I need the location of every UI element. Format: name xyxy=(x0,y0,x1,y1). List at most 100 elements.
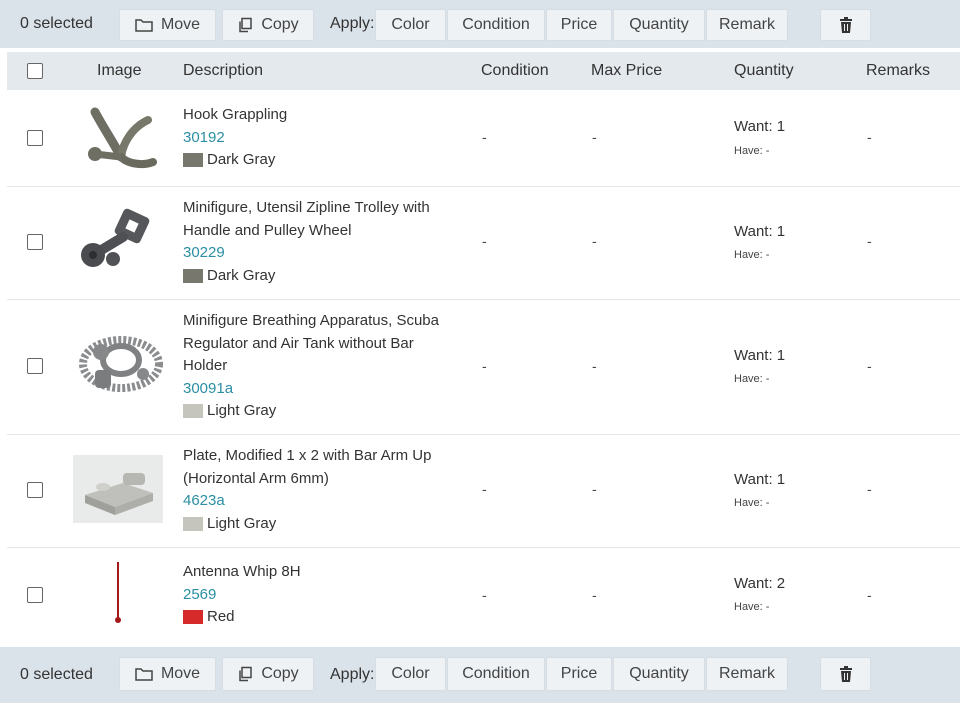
item-name: Antenna Whip 8H xyxy=(183,563,301,580)
delete-button-bottom[interactable] xyxy=(820,657,871,691)
item-part-link[interactable]: 30229 xyxy=(183,242,430,265)
item-have: Have: - xyxy=(734,249,770,261)
apply-condition-label: Condition xyxy=(462,665,530,682)
table-row: Minifigure, Utensil Zipline Trolley with… xyxy=(7,187,960,300)
apply-quantity-label: Quantity xyxy=(629,665,689,682)
item-remarks[interactable]: - xyxy=(867,587,872,603)
row-checkbox[interactable] xyxy=(27,587,43,603)
item-description: Minifigure, Utensil Zipline Trolley with… xyxy=(183,197,430,287)
grappling-hook-image xyxy=(88,107,157,169)
folder-icon xyxy=(135,19,153,32)
item-condition[interactable]: - xyxy=(482,481,487,497)
copy-icon xyxy=(239,666,253,682)
header-condition[interactable]: Condition xyxy=(481,62,549,80)
move-label: Move xyxy=(160,665,201,682)
item-max-price[interactable]: - xyxy=(592,587,597,603)
item-max-price[interactable]: - xyxy=(592,129,597,145)
top-toolbar: 0 selected Move Copy Apply: Color Condit… xyxy=(0,0,960,48)
item-want[interactable]: Want: 1 xyxy=(734,223,785,240)
item-name: Hook Grappling xyxy=(183,106,288,123)
move-label: Move xyxy=(160,16,201,33)
folder-icon xyxy=(135,668,153,681)
apply-remark-button[interactable]: Remark xyxy=(706,9,788,41)
color-swatch xyxy=(183,404,203,419)
copy-label: Copy xyxy=(261,16,299,33)
item-condition[interactable]: - xyxy=(482,358,487,374)
copy-button-bottom[interactable]: Copy xyxy=(222,657,314,691)
item-description: Minifigure Breathing Apparatus, Scuba Re… xyxy=(183,310,439,423)
zipline-trolley-image xyxy=(81,208,150,267)
item-description: Plate, Modified 1 x 2 with Bar Arm Up (H… xyxy=(183,445,431,535)
apply-price-label: Price xyxy=(560,665,598,682)
apply-color-label: Color xyxy=(391,665,430,682)
row-checkbox[interactable] xyxy=(27,234,43,250)
item-want[interactable]: Want: 2 xyxy=(734,575,785,592)
apply-price-button-bottom[interactable]: Price xyxy=(546,657,612,691)
antenna-whip-image xyxy=(115,562,121,623)
apply-remark-button-bottom[interactable]: Remark xyxy=(706,657,788,691)
item-part-link[interactable]: 2569 xyxy=(183,584,301,607)
item-condition[interactable]: - xyxy=(482,587,487,603)
apply-condition-button-bottom[interactable]: Condition xyxy=(447,657,545,691)
header-max-price[interactable]: Max Price xyxy=(591,62,662,80)
selected-count: 0 selected xyxy=(20,15,93,32)
trash-icon xyxy=(839,666,852,682)
plate-bar-arm-image xyxy=(73,455,163,523)
apply-label: Apply: xyxy=(330,15,375,32)
apply-color-button-bottom[interactable]: Color xyxy=(375,657,446,691)
item-max-price[interactable]: - xyxy=(592,358,597,374)
table-row: Minifigure Breathing Apparatus, Scuba Re… xyxy=(7,300,960,435)
color-name: Red xyxy=(207,608,235,625)
item-part-link[interactable]: 30192 xyxy=(183,127,287,150)
header-quantity[interactable]: Quantity xyxy=(734,62,794,80)
copy-label: Copy xyxy=(261,665,299,682)
copy-button[interactable]: Copy xyxy=(222,9,314,41)
item-name: Plate, Modified 1 x 2 with Bar Arm Up xyxy=(183,447,432,464)
header-description[interactable]: Description xyxy=(183,62,263,80)
apply-quantity-button[interactable]: Quantity xyxy=(613,9,705,41)
row-checkbox[interactable] xyxy=(27,130,43,146)
item-want[interactable]: Want: 1 xyxy=(734,118,785,135)
item-have: Have: - xyxy=(734,145,770,157)
item-remarks[interactable]: - xyxy=(867,129,872,145)
item-want[interactable]: Want: 1 xyxy=(734,471,785,488)
item-remarks[interactable]: - xyxy=(867,358,872,374)
row-checkbox[interactable] xyxy=(27,358,43,374)
item-part-link[interactable]: 4623a xyxy=(183,490,431,513)
item-remarks[interactable]: - xyxy=(867,481,872,497)
apply-condition-button[interactable]: Condition xyxy=(447,9,545,41)
item-color: Dark Gray xyxy=(183,149,287,172)
item-want[interactable]: Want: 1 xyxy=(734,347,785,364)
color-name: Dark Gray xyxy=(207,266,276,284)
item-have: Have: - xyxy=(734,497,770,509)
row-checkbox[interactable] xyxy=(27,482,43,498)
apply-condition-label: Condition xyxy=(462,16,530,33)
header-image: Image xyxy=(97,62,142,79)
header-remarks[interactable]: Remarks xyxy=(866,62,930,80)
bottom-toolbar: 0 selected Move Copy Apply: Color Condit… xyxy=(0,647,960,703)
item-part-link[interactable]: 30091a xyxy=(183,378,439,401)
selected-count-bottom: 0 selected xyxy=(20,666,93,683)
move-button[interactable]: Move xyxy=(119,9,216,41)
apply-price-button[interactable]: Price xyxy=(546,9,612,41)
item-remarks[interactable]: - xyxy=(867,233,872,249)
apply-label-bottom: Apply: xyxy=(330,666,375,683)
item-condition[interactable]: - xyxy=(482,233,487,249)
delete-button[interactable] xyxy=(820,9,871,41)
apply-color-button[interactable]: Color xyxy=(375,9,446,41)
table-row: Plate, Modified 1 x 2 with Bar Arm Up (H… xyxy=(7,435,960,548)
move-button-bottom[interactable]: Move xyxy=(119,657,216,691)
apply-remark-label: Remark xyxy=(718,665,775,682)
select-all-checkbox[interactable] xyxy=(27,63,43,79)
color-swatch xyxy=(183,153,203,168)
item-name-line2: (Horizontal Arm 6mm) xyxy=(183,469,329,487)
color-swatch xyxy=(183,268,203,283)
item-condition[interactable]: - xyxy=(482,129,487,145)
apply-quantity-button-bottom[interactable]: Quantity xyxy=(613,657,705,691)
item-color: Dark Gray xyxy=(183,265,430,288)
wanted-list-page: 0 selected Move Copy Apply: Color Condit… xyxy=(0,0,960,703)
item-description: Antenna Whip 8H 2569 Red xyxy=(183,561,301,629)
item-max-price[interactable]: - xyxy=(592,481,597,497)
trash-icon xyxy=(839,17,852,33)
item-max-price[interactable]: - xyxy=(592,233,597,249)
